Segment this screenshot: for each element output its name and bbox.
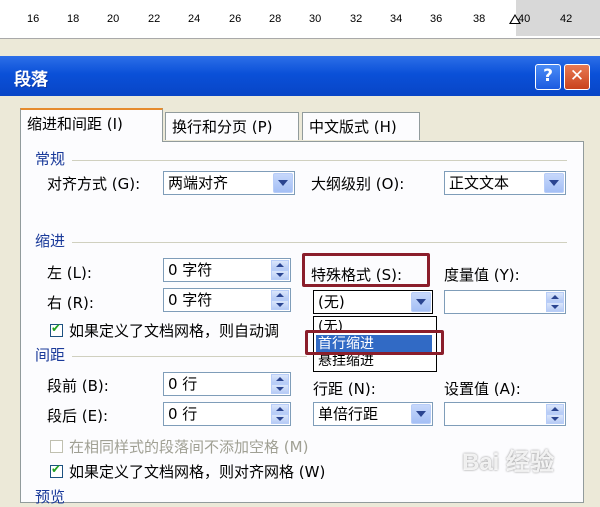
ruler-number: 36 [430, 13, 443, 25]
space-after-input[interactable]: 0 行 [163, 402, 291, 426]
horizontal-ruler[interactable]: 16 18 20 22 24 26 28 30 32 34 36 38 40 4… [0, 0, 600, 39]
ruler-number: 30 [309, 13, 322, 25]
alignment-select[interactable]: 两端对齐 [163, 171, 295, 195]
section-indentation-heading: 缩进 [35, 232, 66, 250]
right-indent-label: 右 (R): [47, 294, 94, 312]
space-before-input[interactable]: 0 行 [163, 372, 291, 396]
line-spacing-at-spinner[interactable] [546, 404, 564, 424]
tab-asian-typography[interactable]: 中文版式 (H) [302, 112, 420, 140]
alignment-label: 对齐方式 (G): [47, 175, 141, 193]
left-indent-value: 0 字符 [168, 261, 213, 279]
line-spacing-value: 单倍行距 [318, 405, 379, 423]
snap-to-grid-label: 如果定义了文档网格，则对齐网格 (W) [69, 463, 326, 481]
ruler-number: 26 [229, 13, 242, 25]
auto-adjust-right-indent-checkbox[interactable] [50, 321, 63, 337]
ruler-number: 22 [148, 13, 161, 25]
right-indent-value: 0 字符 [168, 291, 213, 309]
auto-adjust-right-indent-label: 如果定义了文档网格，则自动调 [69, 322, 280, 340]
right-indent-spinner[interactable] [271, 290, 289, 310]
line-spacing-label: 行距 (N): [313, 380, 376, 398]
indent-by-input[interactable] [444, 290, 566, 314]
spin-down-icon[interactable] [271, 270, 289, 280]
ruler-number: 38 [473, 13, 486, 25]
line-spacing-at-input[interactable] [444, 402, 566, 426]
highlight-box [302, 253, 430, 287]
chevron-down-icon[interactable] [411, 404, 431, 424]
section-spacing-heading: 间距 [35, 346, 66, 364]
space-after-label: 段后 (E): [47, 407, 109, 425]
ruler-number: 20 [107, 13, 120, 25]
spin-up-icon[interactable] [271, 404, 289, 414]
spin-down-icon[interactable] [271, 414, 289, 424]
spin-up-icon[interactable] [546, 292, 564, 302]
spin-down-icon[interactable] [271, 384, 289, 394]
tab-indents-and-spacing[interactable]: 缩进和间距 (I) [20, 108, 163, 142]
divider [72, 356, 307, 357]
right-indent-marker-icon[interactable] [509, 14, 521, 24]
no-space-same-style-checkbox[interactable] [50, 440, 63, 453]
outline-level-select[interactable]: 正文文本 [444, 171, 566, 195]
space-after-spinner[interactable] [271, 404, 289, 424]
ruler-number: 34 [390, 13, 403, 25]
special-indent-select[interactable]: (无) [313, 290, 433, 314]
spin-up-icon[interactable] [271, 290, 289, 300]
chevron-down-icon[interactable] [544, 173, 564, 193]
highlight-box [305, 330, 444, 355]
outline-level-label: 大纲级别 (O): [311, 175, 405, 193]
special-indent-value: (无) [318, 293, 345, 311]
indent-by-label: 度量值 (Y): [444, 266, 520, 284]
chevron-down-icon[interactable] [273, 173, 293, 193]
spin-up-icon[interactable] [546, 404, 564, 414]
spin-down-icon[interactable] [546, 302, 564, 312]
left-indent-label: 左 (L): [47, 264, 92, 282]
line-spacing-at-label: 设置值 (A): [444, 380, 521, 398]
outline-level-value: 正文文本 [449, 174, 510, 192]
section-preview-heading: 预览 [35, 488, 66, 506]
divider [72, 242, 567, 243]
divider [72, 160, 567, 161]
space-before-label: 段前 (B): [47, 377, 109, 395]
spin-up-icon[interactable] [271, 260, 289, 270]
help-button[interactable]: ? [535, 64, 561, 90]
tab-line-and-page-breaks[interactable]: 换行和分页 (P) [165, 112, 299, 140]
dialog-title: 段落 [14, 70, 48, 90]
ruler-number: 28 [269, 13, 282, 25]
watermark-logo: Bai 经验 [462, 449, 555, 476]
line-spacing-select[interactable]: 单倍行距 [313, 402, 433, 426]
ruler-number: 42 [560, 13, 573, 25]
right-indent-input[interactable]: 0 字符 [163, 288, 291, 312]
spin-down-icon[interactable] [546, 414, 564, 424]
space-before-spinner[interactable] [271, 374, 289, 394]
ruler-number: 24 [188, 13, 201, 25]
left-indent-input[interactable]: 0 字符 [163, 258, 291, 282]
ruler-number: 16 [27, 13, 40, 25]
section-general-heading: 常规 [35, 150, 66, 168]
space-after-value: 0 行 [168, 405, 198, 423]
ruler-number: 32 [350, 13, 363, 25]
ruler-number: 18 [67, 13, 80, 25]
space-before-value: 0 行 [168, 375, 198, 393]
left-indent-spinner[interactable] [271, 260, 289, 280]
spin-up-icon[interactable] [271, 374, 289, 384]
spin-down-icon[interactable] [271, 300, 289, 310]
close-button[interactable]: ✕ [564, 64, 590, 90]
chevron-down-icon[interactable] [411, 292, 431, 312]
dialog-title-bar[interactable]: 段落 ? ✕ [0, 56, 600, 96]
no-space-same-style-label: 在相同样式的段落间不添加空格 (M) [69, 438, 309, 456]
alignment-value: 两端对齐 [168, 174, 229, 192]
indent-by-spinner[interactable] [546, 292, 564, 312]
snap-to-grid-checkbox[interactable] [50, 462, 63, 478]
